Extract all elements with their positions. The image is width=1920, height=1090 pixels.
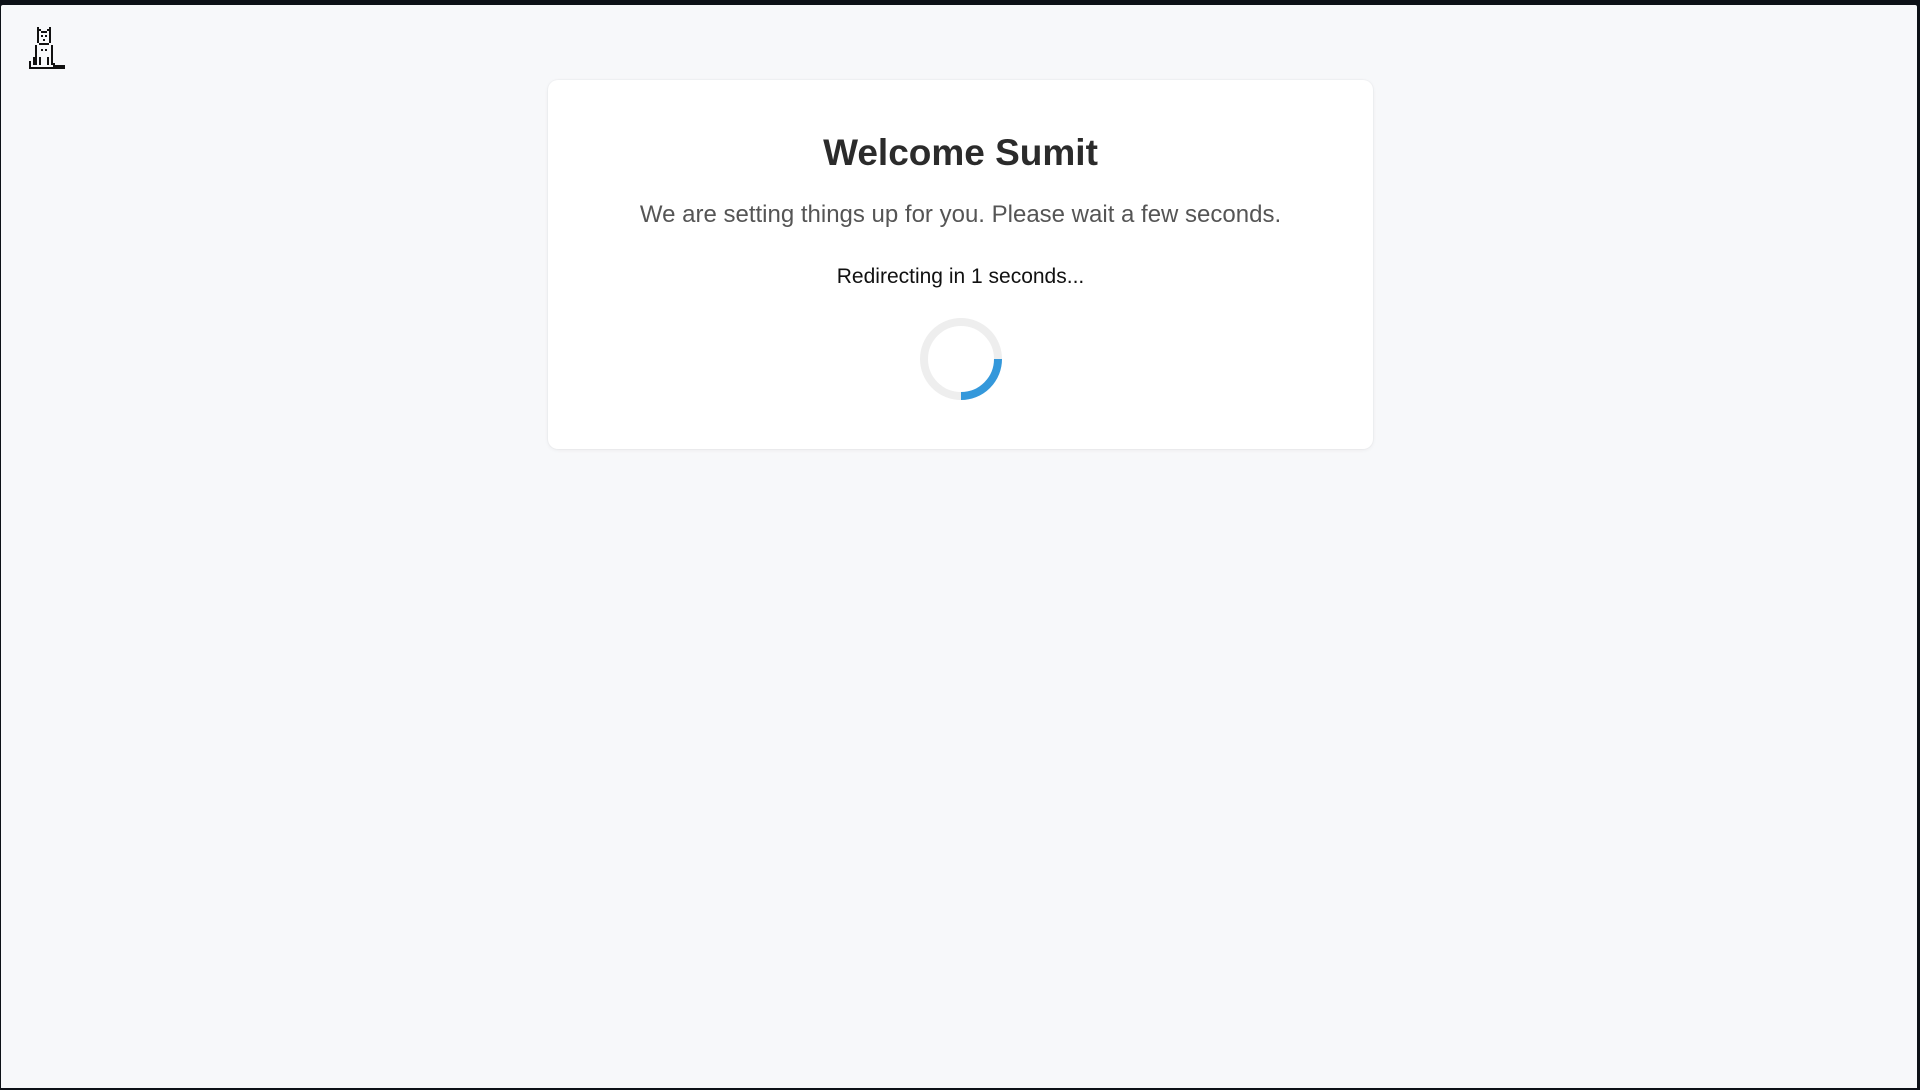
loading-spinner-icon <box>919 317 1003 401</box>
welcome-card: Welcome Sumit We are setting things up f… <box>548 80 1373 449</box>
page-title: Welcome Sumit <box>823 132 1098 173</box>
pixel-cat-icon[interactable] <box>25 25 69 73</box>
setup-message: We are setting things up for you. Please… <box>639 201 1282 228</box>
redirect-countdown: Redirecting in 1 seconds... <box>836 265 1085 288</box>
page-window: Welcome Sumit We are setting things up f… <box>1 5 1917 1088</box>
